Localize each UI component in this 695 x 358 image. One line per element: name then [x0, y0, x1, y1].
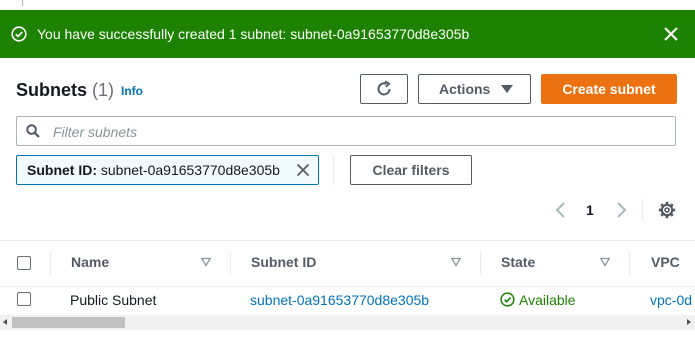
filter-token-key: Subnet ID:	[27, 162, 97, 178]
page-number[interactable]: 1	[586, 202, 594, 218]
column-header-name[interactable]: Name	[71, 254, 109, 270]
scroll-right-icon[interactable]	[687, 319, 691, 325]
close-icon[interactable]	[663, 26, 679, 42]
clear-filters-button[interactable]: Clear filters	[350, 155, 472, 185]
page-title: Subnets (1)	[16, 80, 114, 100]
column-separator	[480, 251, 481, 275]
create-subnet-button[interactable]: Create subnet	[541, 74, 677, 104]
available-status-icon	[500, 292, 515, 307]
pagination-divider	[642, 199, 643, 221]
column-separator	[629, 251, 630, 275]
check-circle-icon	[11, 26, 27, 42]
horizontal-scrollbar[interactable]	[0, 315, 695, 330]
gear-icon[interactable]	[658, 201, 676, 219]
top-edge-tick	[22, 0, 23, 6]
item-count: (1)	[92, 80, 115, 100]
filter-token-text: Subnet ID: subnet-0a91653770d8e305b	[27, 156, 280, 184]
actions-dropdown-button[interactable]: Actions	[418, 74, 531, 104]
filter-token-value: subnet-0a91653770d8e305b	[100, 162, 280, 178]
flash-message: You have successfully created 1 subnet: …	[37, 26, 470, 42]
refresh-button[interactable]	[360, 74, 408, 104]
search-icon	[26, 124, 40, 138]
column-header-subnet-id[interactable]: Subnet ID	[251, 254, 316, 270]
cell-vpc-link[interactable]: vpc-0d	[650, 292, 692, 308]
cell-subnet-id-link[interactable]: subnet-0a91653770d8e305b	[250, 292, 429, 308]
column-header-vpc[interactable]: VPC	[651, 254, 680, 270]
column-separator	[230, 251, 231, 275]
sort-caret-icon[interactable]	[451, 257, 461, 267]
column-header-state[interactable]: State	[501, 254, 535, 270]
filter-token: Subnet ID: subnet-0a91653770d8e305b	[16, 155, 319, 185]
filter-divider	[333, 155, 334, 185]
next-page-icon[interactable]	[613, 201, 629, 219]
sort-caret-icon[interactable]	[201, 257, 211, 267]
cell-state: Available	[500, 292, 576, 308]
caret-down-icon	[501, 85, 513, 93]
table-row[interactable]: Public Subnet subnet-0a91653770d8e305b A…	[0, 286, 695, 314]
refresh-icon	[377, 80, 391, 96]
actions-label: Actions	[439, 81, 491, 97]
scrollbar-thumb[interactable]	[12, 317, 125, 328]
previous-page-icon[interactable]	[553, 201, 569, 219]
remove-token-icon[interactable]	[296, 163, 310, 177]
column-separator	[50, 251, 51, 275]
cell-name: Public Subnet	[70, 292, 157, 308]
top-edge	[0, 0, 695, 10]
select-all-checkbox[interactable]	[17, 256, 31, 270]
success-flash-banner: You have successfully created 1 subnet: …	[0, 10, 695, 58]
filter-box	[16, 116, 676, 146]
sort-caret-icon[interactable]	[600, 257, 610, 267]
filter-input[interactable]	[51, 121, 655, 143]
row-checkbox[interactable]	[17, 292, 31, 306]
state-text: Available	[519, 292, 576, 308]
page-title-text: Subnets	[16, 80, 88, 100]
info-link[interactable]: Info	[121, 84, 143, 98]
scroll-left-icon[interactable]	[3, 319, 7, 325]
table-header: Name Subnet ID State VPC	[0, 240, 695, 287]
